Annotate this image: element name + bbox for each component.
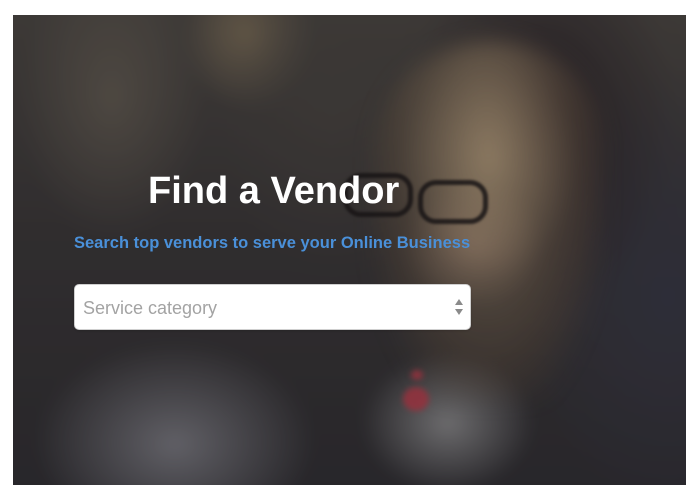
page-title: Find a Vendor	[148, 170, 400, 212]
page-subtitle: Search top vendors to serve your Online …	[74, 234, 471, 252]
up-down-arrows-icon	[454, 297, 464, 317]
service-category-select[interactable]: Service category	[74, 284, 471, 330]
hero-section: Find a Vendor Search top vendors to serv…	[13, 15, 686, 485]
service-category-placeholder: Service category	[83, 298, 218, 318]
